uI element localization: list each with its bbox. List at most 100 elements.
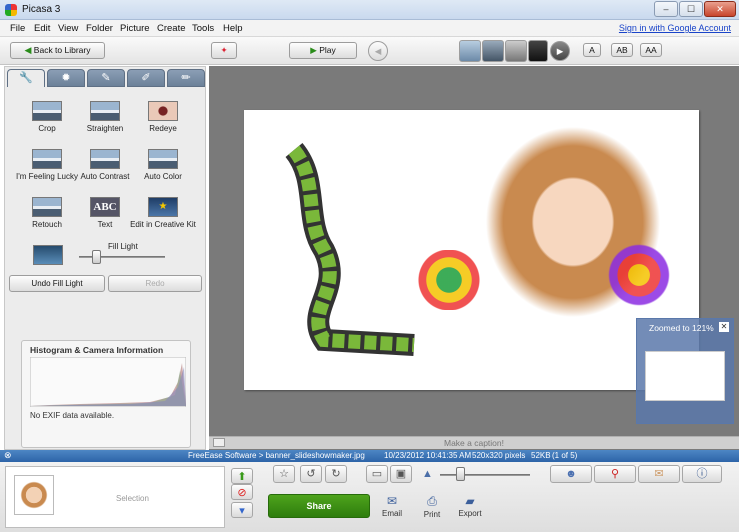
creative-kit-tool[interactable]: ★ Edit in Creative Kit xyxy=(123,197,203,229)
menu-folder[interactable]: Folder xyxy=(86,23,113,34)
filmstrip-thumb-4[interactable] xyxy=(528,40,548,62)
export-label: Export xyxy=(458,509,482,518)
selection-label: Selection xyxy=(116,494,149,503)
redeye-icon xyxy=(148,101,178,121)
status-size: 52KB xyxy=(531,451,551,460)
menu-edit[interactable]: Edit xyxy=(34,23,50,34)
back-to-library-button[interactable]: ◀ Back to Library xyxy=(10,42,105,59)
filmstrip-thumb-3[interactable] xyxy=(505,40,527,62)
title-bar: Picasa 3 – ☐ ✕ xyxy=(0,0,739,20)
caption-bar[interactable]: Make a caption! xyxy=(209,436,739,449)
paint-brush-icon: ✏ xyxy=(181,72,191,84)
auto-contrast-icon xyxy=(90,149,120,169)
tab-effects-2[interactable]: ✐ xyxy=(127,69,165,87)
zoom-slider-track[interactable] xyxy=(440,474,530,476)
geotag-button[interactable]: ⚲ xyxy=(594,465,636,483)
tab-basic-fixes[interactable]: 🔧 xyxy=(7,69,45,87)
people-button[interactable]: ☻ xyxy=(550,465,592,483)
clear-tray-button[interactable]: ⊘ xyxy=(231,484,253,500)
text-abc-icon: ABC xyxy=(90,197,120,217)
export-action[interactable]: ▰ Export xyxy=(455,494,485,518)
rotate-left-button[interactable]: ↺ xyxy=(300,465,322,483)
close-zoom-icon[interactable]: ✕ xyxy=(719,322,729,332)
caption-mode-ab-button[interactable]: AB xyxy=(611,43,633,57)
fill-light-label: Fill Light xyxy=(108,242,138,251)
zoom-slider-knob[interactable] xyxy=(456,467,465,481)
share-button[interactable]: Share xyxy=(268,494,370,518)
sign-in-link[interactable]: Sign in with Google Account xyxy=(619,23,731,33)
filmstrip-thumb-2[interactable] xyxy=(482,40,504,62)
status-date: 10/23/2012 10:41:35 AM xyxy=(384,451,472,460)
photo-canvas[interactable] xyxy=(244,110,699,390)
close-button[interactable]: ✕ xyxy=(704,1,736,17)
edit-panel: 🔧 ✹ ✎ ✐ ✏ Crop Straighten Redeye I'm Fee… xyxy=(4,66,206,450)
caption-input[interactable]: Make a caption! xyxy=(209,438,739,448)
tab-tuning[interactable]: ✹ xyxy=(47,69,85,87)
collapse-tray-icon[interactable]: ⊗ xyxy=(4,450,12,461)
play-button[interactable]: ▶ Play xyxy=(289,42,357,59)
status-bar: ⊗ FreeEase Software > banner_slideshowma… xyxy=(0,450,739,462)
selection-thumbnail[interactable] xyxy=(14,475,54,515)
next-photo-button[interactable]: ▶ xyxy=(550,41,570,61)
print-action[interactable]: ⎙ Print xyxy=(418,494,446,519)
retouch-icon xyxy=(32,197,62,217)
filmstrip-thumb-1[interactable] xyxy=(459,40,481,62)
menu-bar: File Edit View Folder Picture Create Too… xyxy=(0,20,739,37)
tags-button[interactable]: ✉ xyxy=(638,465,680,483)
redeye-tool[interactable]: Redeye xyxy=(127,101,199,133)
menu-file[interactable]: File xyxy=(10,23,25,34)
fill-light-slider-knob[interactable] xyxy=(92,250,102,264)
auto-color-label: Auto Color xyxy=(144,172,182,181)
play-icon: ▶ xyxy=(310,45,317,55)
zoom-navigator[interactable]: Zoomed to 121% ✕ xyxy=(636,318,734,424)
email-icon: ✉ xyxy=(386,494,398,508)
status-position: (1 of 5) xyxy=(552,451,578,460)
play-label: Play xyxy=(319,45,336,55)
rotate-right-button[interactable]: ↻ xyxy=(325,465,347,483)
painted-hand-left xyxy=(409,250,489,310)
zoom-image-icon: ▲ xyxy=(422,468,433,480)
auto-color-icon xyxy=(148,149,178,169)
photo-tray: Selection xyxy=(5,466,225,528)
slideshow-effects-icon[interactable]: ✦ xyxy=(211,42,237,59)
email-label: Email xyxy=(381,509,402,518)
tab-effects-1[interactable]: ✎ xyxy=(87,69,125,87)
add-to-album-button[interactable]: ▾ xyxy=(231,502,253,518)
auto-color-tool[interactable]: Auto Color xyxy=(127,149,199,181)
caption-mode-a-button[interactable]: A xyxy=(583,43,601,57)
caption-mode-aa-button[interactable]: AA xyxy=(640,43,662,57)
wrench-icon: 🔧 xyxy=(19,72,33,84)
zoom-thumbnail[interactable] xyxy=(645,351,725,401)
fill-light-preview xyxy=(31,245,65,265)
redo-button[interactable]: Redo xyxy=(108,275,202,292)
fit-view-button[interactable]: ▭ xyxy=(366,465,388,483)
menu-picture[interactable]: Picture xyxy=(120,23,150,34)
actual-size-button[interactable]: ▣ xyxy=(390,465,412,483)
status-path: FreeEase Software > banner_slideshowmake… xyxy=(188,451,365,460)
menu-tools[interactable]: Tools xyxy=(192,23,214,34)
menu-help[interactable]: Help xyxy=(223,23,243,34)
export-folder-icon: ▰ xyxy=(465,494,475,508)
crop-icon xyxy=(32,101,62,121)
maximize-button[interactable]: ☐ xyxy=(679,1,703,17)
tab-effects-3[interactable]: ✏ xyxy=(167,69,205,87)
toolbar: ◀ Back to Library ✦ ▶ Play ◀ ▶ A AB AA xyxy=(0,37,739,65)
email-action[interactable]: ✉ Email xyxy=(378,494,406,518)
feeling-lucky-icon xyxy=(32,149,62,169)
printer-icon: ⎙ xyxy=(427,494,437,508)
photo-viewer: Zoomed to 121% ✕ xyxy=(209,66,739,450)
redeye-label: Redeye xyxy=(149,124,177,133)
picasa-app-icon xyxy=(5,4,17,16)
brush-icon: ✎ xyxy=(101,72,111,84)
menu-view[interactable]: View xyxy=(58,23,78,34)
pencil-icon: ✐ xyxy=(141,72,151,84)
star-button[interactable]: ☆ xyxy=(273,465,295,483)
straighten-icon xyxy=(90,101,120,121)
menu-create[interactable]: Create xyxy=(157,23,186,34)
painted-hand-right xyxy=(599,240,679,310)
undo-fill-light-button[interactable]: Undo Fill Light xyxy=(9,275,105,292)
minimize-button[interactable]: – xyxy=(654,1,678,17)
previous-photo-button[interactable]: ◀ xyxy=(368,41,388,61)
info-button[interactable]: ⓘ xyxy=(682,465,722,483)
hold-pin-button[interactable]: ⬆ xyxy=(231,468,253,484)
